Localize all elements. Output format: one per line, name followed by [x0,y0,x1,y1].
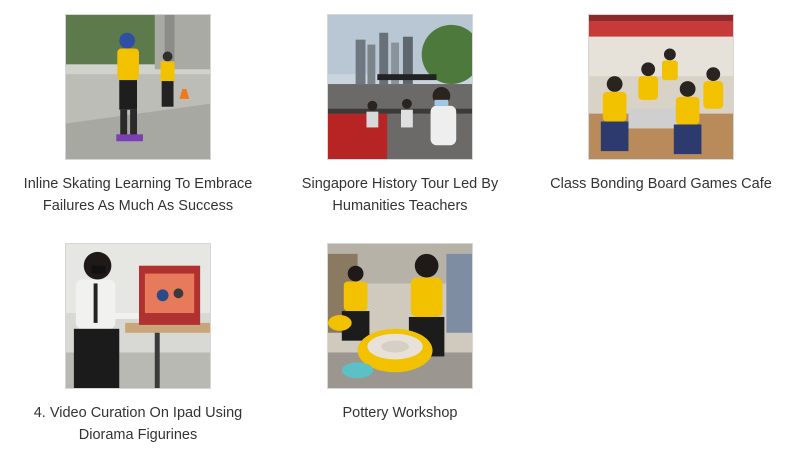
photo-history-tour-image [328,15,472,159]
gallery-item-board-games[interactable]: Class Bonding Board Games Cafe [531,14,791,195]
caption-video-curation[interactable]: 4. Video Curation On Ipad Using Diorama … [8,402,268,446]
photo-video-curation-image [66,244,210,388]
thumbnail-board-games[interactable] [588,14,734,160]
activity-gallery: Inline Skating Learning To Embrace Failu… [0,0,801,450]
gallery-item-video-curation[interactable]: 4. Video Curation On Ipad Using Diorama … [8,243,268,446]
gallery-item-history-tour[interactable]: Singapore History Tour Led By Humanities… [270,14,530,217]
thumbnail-pottery[interactable] [327,243,473,389]
photo-board-games-image [589,15,733,159]
thumbnail-inline-skating[interactable] [65,14,211,160]
caption-inline-skating[interactable]: Inline Skating Learning To Embrace Failu… [8,173,268,217]
thumbnail-video-curation[interactable] [65,243,211,389]
caption-pottery[interactable]: Pottery Workshop [270,402,530,424]
gallery-item-inline-skating[interactable]: Inline Skating Learning To Embrace Failu… [8,14,268,217]
photo-inline-skating-image [66,15,210,159]
caption-history-tour[interactable]: Singapore History Tour Led By Humanities… [270,173,530,217]
photo-pottery-image [328,244,472,388]
thumbnail-history-tour[interactable] [327,14,473,160]
gallery-item-pottery[interactable]: Pottery Workshop [270,243,530,424]
caption-board-games[interactable]: Class Bonding Board Games Cafe [531,173,791,195]
